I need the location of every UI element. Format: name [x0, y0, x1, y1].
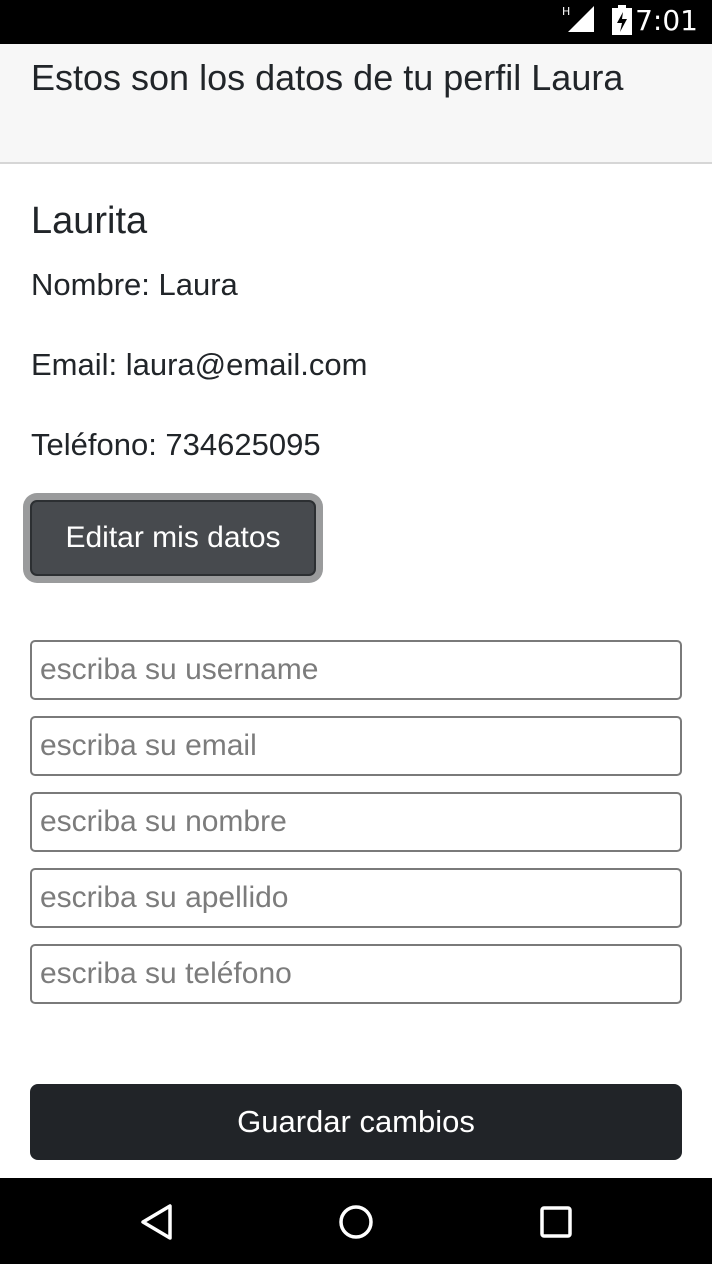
first-name-input[interactable] [30, 792, 682, 852]
screen: H 7:01 Estos son los datos de tu perfil … [0, 0, 712, 1264]
page-title: Estos son los datos de tu perfil Laura [31, 57, 624, 98]
home-icon[interactable] [336, 1202, 376, 1242]
recents-icon[interactable] [536, 1202, 576, 1242]
profile-username: Laurita [31, 200, 148, 242]
phone-input[interactable] [30, 944, 682, 1004]
username-input[interactable] [30, 640, 682, 700]
profile-phone: Teléfono: 734625095 [31, 427, 321, 462]
edit-profile-button[interactable]: Editar mis datos [30, 500, 316, 576]
battery-charging-icon [612, 5, 632, 35]
profile-email: Email: laura@email.com [31, 347, 368, 382]
last-name-input[interactable] [30, 868, 682, 928]
network-type-label: H [562, 5, 570, 18]
save-changes-button[interactable]: Guardar cambios [30, 1084, 682, 1160]
email-input[interactable] [30, 716, 682, 776]
navigation-bar [0, 1178, 712, 1264]
signal-icon: H [562, 5, 594, 32]
status-bar: H 7:01 [0, 0, 712, 44]
page-header: Estos son los datos de tu perfil Laura [0, 44, 712, 164]
back-icon[interactable] [137, 1202, 177, 1242]
status-time: 7:01 [635, 4, 698, 37]
profile-name: Nombre: Laura [31, 267, 238, 302]
